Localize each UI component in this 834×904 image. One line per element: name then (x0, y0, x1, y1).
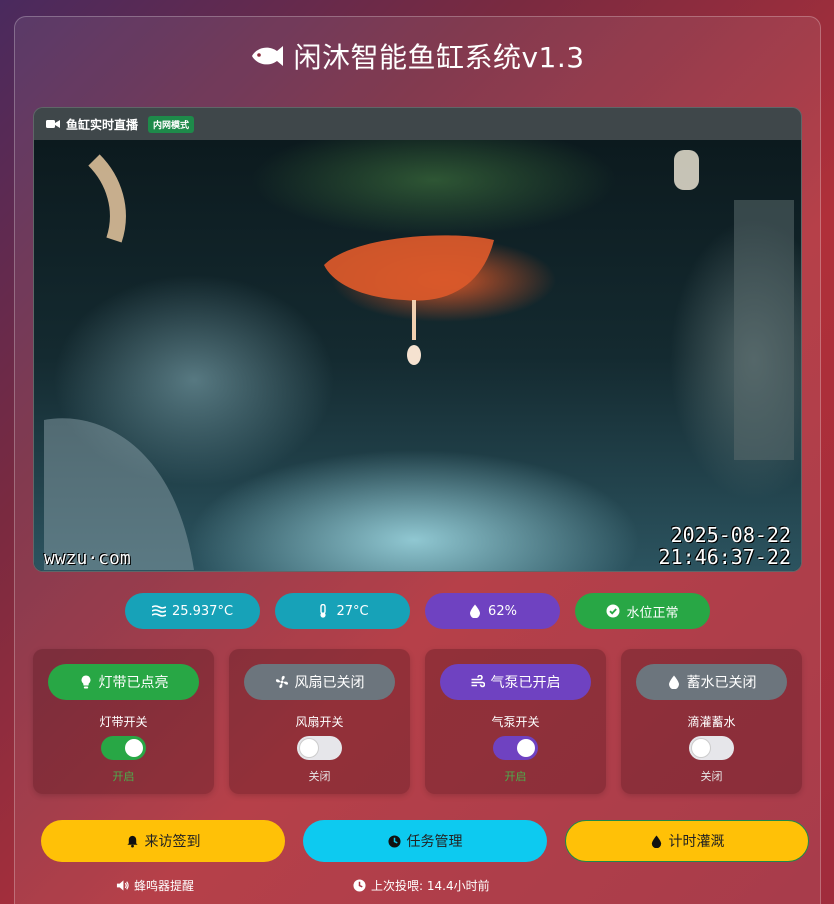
light-strip-status: 灯带已点亮 (98, 675, 169, 691)
video-header: 鱼缸实时直播 内网模式 (34, 108, 801, 140)
air-temperature-value: 27°C (336, 603, 369, 619)
clock-icon (353, 879, 366, 892)
toggle-knob (300, 739, 318, 757)
fan-status-button[interactable]: 风扇已关闭 (244, 664, 395, 700)
last-feed-info: 上次投喂: 14.4小时前 (353, 877, 490, 894)
water-temperature-value: 25.937°C (171, 603, 234, 619)
visitor-checkin-label: 来访签到 (144, 834, 201, 850)
water-storage-card: 蓄水已关闭 滴灌蓄水 关闭 (621, 649, 802, 794)
light-strip-status-button[interactable]: 灯带已点亮 (48, 664, 199, 700)
fan-card: 风扇已关闭 风扇开关 关闭 (229, 649, 410, 794)
humidity-value: 62% (488, 603, 517, 619)
wind-icon (471, 675, 485, 688)
osd-date: 2025-08-22 (670, 523, 791, 547)
drop-icon (651, 834, 661, 848)
timed-irrigation-button[interactable]: 计时灌溉 (565, 820, 809, 862)
air-pump-card: 气泵已开启 气泵开关 开启 (425, 649, 606, 794)
fish-icon (252, 46, 284, 66)
water-temperature-pill: 25.937°C (125, 593, 260, 629)
toggle-knob (125, 739, 143, 757)
live-video-stream[interactable]: 2025-08-22 21:46:37-22 wwzu·com (34, 140, 801, 571)
light-strip-card: 灯带已点亮 灯带开关 开启 (33, 649, 214, 794)
fan-state: 关闭 (308, 770, 331, 783)
water-storage-status-button[interactable]: 蓄水已关闭 (636, 664, 787, 700)
light-strip-state: 开启 (112, 770, 135, 783)
fan-status: 风扇已关闭 (294, 675, 365, 691)
buzzer-label: 蜂鸣器提醒 (134, 879, 195, 893)
water-storage-state: 关闭 (700, 770, 723, 783)
clock-icon (387, 834, 401, 848)
water-level-value: 水位正常 (626, 605, 679, 621)
video-camera-icon (46, 120, 60, 128)
air-pump-state: 开启 (504, 770, 527, 783)
water-storage-toggle[interactable] (689, 736, 734, 760)
video-title: 鱼缸实时直播 (66, 117, 139, 132)
air-pump-toggle[interactable] (493, 736, 538, 760)
buzzer-reminder[interactable]: 蜂鸣器提醒 (116, 877, 194, 894)
air-pump-status: 气泵已开启 (490, 675, 561, 691)
thermometer-icon (320, 604, 327, 618)
light-strip-switch-label: 灯带开关 (99, 715, 148, 729)
water-waves-icon (151, 605, 166, 617)
fan-toggle[interactable] (297, 736, 342, 760)
visitor-checkin-button[interactable]: 来访签到 (41, 820, 285, 862)
toggle-knob (517, 739, 535, 757)
task-management-button[interactable]: 任务管理 (303, 820, 547, 862)
lightbulb-icon (81, 675, 90, 689)
water-storage-status: 蓄水已关闭 (686, 675, 757, 691)
footer: 蜂鸣器提醒 上次投喂: 14.4小时前 (0, 877, 834, 895)
droplet-icon (470, 604, 481, 618)
toggle-knob (692, 739, 710, 757)
action-buttons: 来访签到 任务管理 计时灌溉 (0, 820, 834, 862)
task-management-label: 任务管理 (406, 834, 463, 850)
air-pump-status-button[interactable]: 气泵已开启 (440, 664, 591, 700)
check-circle-icon (606, 604, 620, 618)
last-feed-label: 上次投喂: 14.4小时前 (371, 879, 490, 893)
air-pump-switch-label: 气泵开关 (491, 715, 540, 729)
page-title: 闲沐智能鱼缸系统v1.3 (0, 36, 834, 76)
water-storage-switch-label: 滴灌蓄水 (687, 715, 736, 729)
sensor-status-row: 25.937°C 27°C 62% 水位正常 (0, 593, 834, 631)
air-temperature-pill: 27°C (275, 593, 410, 629)
light-strip-toggle[interactable] (101, 736, 146, 760)
fan-icon (275, 675, 288, 689)
bell-icon (126, 835, 138, 848)
humidity-pill: 62% (425, 593, 560, 629)
mode-badge: 内网模式 (148, 115, 195, 133)
video-scene-decoration (44, 150, 794, 570)
timed-irrigation-label: 计时灌溉 (668, 834, 725, 850)
osd-brand: wwzu·com (44, 548, 131, 569)
osd-time: 21:46:37-22 (658, 545, 791, 569)
water-drop-icon (668, 675, 679, 689)
video-card: 鱼缸实时直播 内网模式 2025-08-22 21:46:37-22 wwzu·… (33, 107, 802, 572)
speaker-icon (116, 880, 129, 891)
device-cards: 灯带已点亮 灯带开关 开启 风扇已关闭 风扇开关 关闭 气泵已开启 气泵开关 开… (0, 649, 834, 795)
fan-switch-label: 风扇开关 (295, 715, 344, 729)
app-title: 闲沐智能鱼缸系统v1.3 (293, 41, 585, 74)
water-level-pill: 水位正常 (575, 593, 710, 629)
